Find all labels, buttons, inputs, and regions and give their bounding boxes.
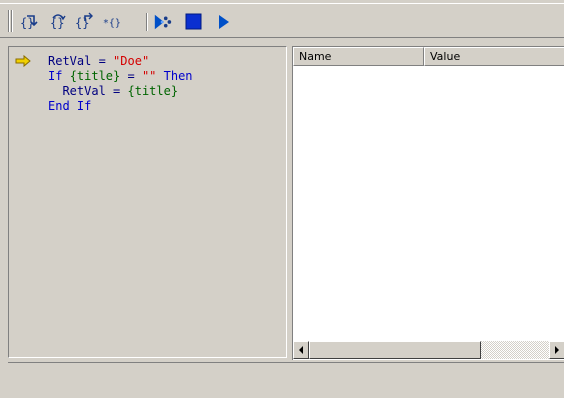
debug-toolbar: {} {} {} *{} xyxy=(0,3,564,38)
status-bar xyxy=(8,362,564,398)
scroll-left-button[interactable] xyxy=(293,341,309,359)
toolbar-grip[interactable] xyxy=(8,10,13,32)
code-editor[interactable]: RetVal = "Doe" If {title} = "" Then RetV… xyxy=(8,46,287,358)
code-line-4: End If xyxy=(48,99,92,113)
run-to-cursor-icon: *{} xyxy=(103,18,121,29)
step-out-icon: {} xyxy=(75,12,93,30)
toolbar-separator xyxy=(146,13,148,31)
animate-icon xyxy=(154,14,172,30)
debug-animate-button[interactable] xyxy=(153,12,173,32)
play-icon xyxy=(219,15,229,29)
svg-text:*{}: *{} xyxy=(103,18,121,29)
variables-list[interactable]: Name Value xyxy=(292,46,564,360)
run-button[interactable] xyxy=(214,12,234,32)
current-line-arrow-icon xyxy=(15,54,31,68)
svg-text:{}: {} xyxy=(75,16,89,30)
column-header-name[interactable]: Name xyxy=(293,47,424,66)
code-line-2: If {title} = "" Then xyxy=(48,69,193,83)
scroll-thumb[interactable] xyxy=(309,341,481,359)
scroll-track[interactable] xyxy=(481,341,549,359)
code-line-3: RetVal = {title} xyxy=(62,84,179,98)
column-header-value[interactable]: Value xyxy=(424,47,564,66)
stop-button[interactable] xyxy=(184,12,204,32)
run-to-cursor-button[interactable]: *{} xyxy=(102,12,122,32)
debugger-window: {} {} {} *{} RetVal = "Doe" If {title} =… xyxy=(0,0,564,398)
code-line-1: RetVal = "Doe" xyxy=(48,54,150,68)
horizontal-scrollbar[interactable] xyxy=(293,341,564,359)
step-over-button[interactable]: {} xyxy=(48,12,68,32)
stop-icon xyxy=(185,13,202,30)
step-over-icon: {} xyxy=(50,14,66,30)
left-arrow-icon xyxy=(299,346,303,354)
scroll-right-button[interactable] xyxy=(549,341,564,359)
step-into-button[interactable]: {} xyxy=(19,12,39,32)
step-into-icon: {} xyxy=(20,15,38,30)
step-out-button[interactable]: {} xyxy=(74,12,94,32)
right-arrow-icon xyxy=(555,346,559,354)
